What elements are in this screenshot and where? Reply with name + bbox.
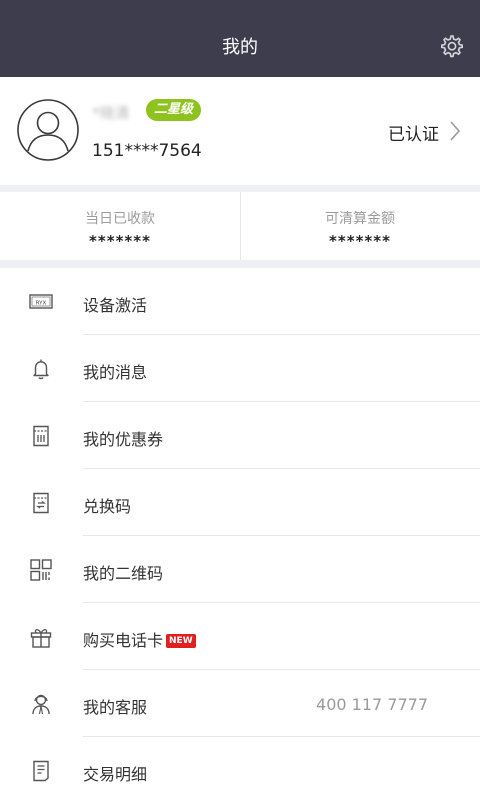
profile-card[interactable]: *晓清 二星级 151****7564 已认证 <box>0 77 480 185</box>
qrcode-icon <box>30 559 52 581</box>
menu-label: 我的优惠券 <box>83 430 164 449</box>
menu-label: 购买电话卡 NEW <box>83 627 196 651</box>
section-divider <box>0 185 480 192</box>
avatar <box>17 99 79 161</box>
bell-icon <box>33 359 49 380</box>
gift-icon <box>30 628 52 648</box>
customer-service-icon <box>32 694 50 715</box>
gear-icon[interactable] <box>438 33 464 59</box>
stat-value: ******* <box>89 232 151 250</box>
chevron-right-icon[interactable] <box>448 119 462 143</box>
menu-item-redeem-code[interactable]: 兑换码 <box>0 469 480 536</box>
level-badge: 二星级 <box>146 99 202 121</box>
menu-item-transaction-details[interactable]: 交易明细 <box>0 737 480 800</box>
menu-label: 我的消息 <box>83 363 148 382</box>
menu-item-qr-code[interactable]: 我的二维码 <box>0 536 480 603</box>
menu-label: 我的客服 <box>83 698 148 717</box>
device-icon: RYX <box>29 294 53 309</box>
coupon-icon <box>33 425 49 447</box>
menu-item-buy-phone-card[interactable]: 购买电话卡 NEW <box>0 603 480 670</box>
voucher-icon <box>33 492 49 514</box>
section-divider <box>0 260 480 268</box>
menu-item-device-activation[interactable]: RYX 设备激活 <box>0 268 480 335</box>
menu-label: 兑换码 <box>83 497 132 516</box>
verified-status[interactable]: 已认证 <box>388 120 439 145</box>
menu-label: 我的二维码 <box>83 564 164 583</box>
page-title: 我的 <box>222 37 258 58</box>
menu-label: 设备激活 <box>83 296 148 315</box>
stat-settleable-amount[interactable]: 可清算金额 ******* <box>240 192 480 260</box>
stat-label: 可清算金额 <box>325 211 395 227</box>
menu-item-coupons[interactable]: 我的优惠券 <box>0 402 480 469</box>
menu-item-customer-service[interactable]: 我的客服 400 117 7777 <box>0 670 480 737</box>
stat-daily-received[interactable]: 当日已收款 ******* <box>0 192 240 260</box>
user-name: *晓清 <box>92 104 130 122</box>
top-bar: 我的 <box>0 0 480 77</box>
stat-label: 当日已收款 <box>85 211 155 227</box>
menu-item-messages[interactable]: 我的消息 <box>0 335 480 402</box>
new-badge: NEW <box>166 634 196 648</box>
menu-label: 交易明细 <box>83 765 148 784</box>
balance-stats: 当日已收款 ******* 可清算金额 ******* <box>0 192 480 260</box>
user-phone: 151****7564 <box>92 141 202 161</box>
svg-text:RYX: RYX <box>36 300 47 306</box>
stat-value: ******* <box>329 232 391 250</box>
receipt-icon <box>33 760 49 782</box>
menu-label-text: 购买电话卡 <box>83 631 164 650</box>
service-phone[interactable]: 400 117 7777 <box>316 695 428 714</box>
